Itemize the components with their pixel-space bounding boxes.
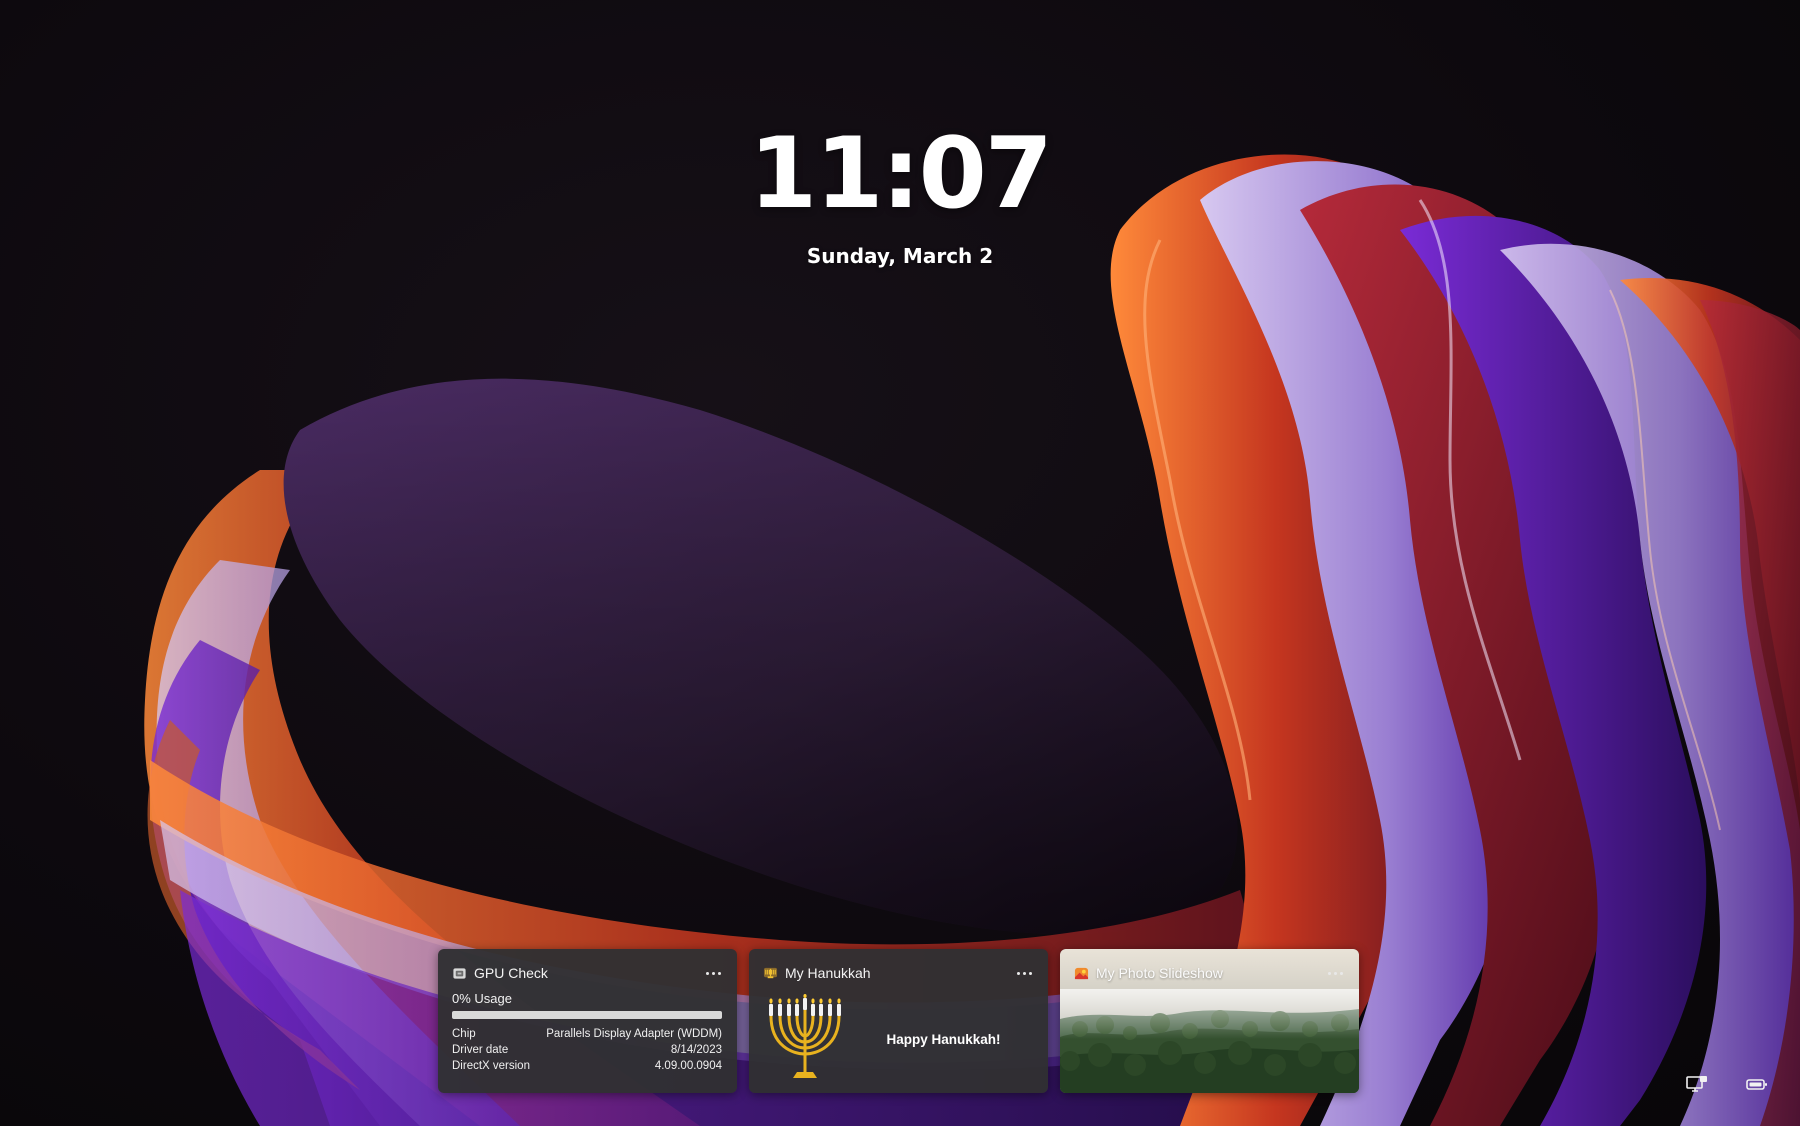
lockscreen-status-tray bbox=[1686, 1075, 1768, 1093]
gpu-info-row: Driver date 8/14/2023 bbox=[452, 1042, 722, 1058]
gpu-info-value: 8/14/2023 bbox=[670, 1044, 722, 1056]
widget-header: GPU Check bbox=[452, 963, 723, 983]
hanukkah-widget[interactable]: My Hanukkah Happy Hanukkah! bbox=[749, 949, 1048, 1093]
lock-screen: 11:07 Sunday, March 2 GPU Check 0% Usage… bbox=[0, 0, 1800, 1126]
widget-header: My Hanukkah bbox=[763, 963, 1034, 983]
menorah-icon bbox=[763, 967, 778, 978]
gpu-info-row: Chip Parallels Display Adapter (WDDM) bbox=[452, 1026, 722, 1042]
gpu-info-label: DirectX version bbox=[452, 1060, 530, 1072]
gpu-chip-icon bbox=[453, 967, 466, 979]
more-options-icon[interactable] bbox=[1014, 965, 1034, 981]
more-options-icon[interactable] bbox=[1325, 965, 1345, 981]
widget-title: My Photo Slideshow bbox=[1096, 965, 1223, 981]
widget-title: GPU Check bbox=[474, 965, 548, 981]
gpu-info-value: 4.09.00.0904 bbox=[654, 1060, 722, 1072]
widget-title: My Hanukkah bbox=[785, 965, 871, 981]
gpu-info-list: Chip Parallels Display Adapter (WDDM) Dr… bbox=[452, 1026, 722, 1074]
hanukkah-content: Happy Hanukkah! bbox=[763, 993, 1034, 1085]
lockscreen-widgets: GPU Check 0% Usage Chip Parallels Displa… bbox=[438, 949, 1359, 1093]
more-options-icon[interactable] bbox=[703, 965, 723, 981]
widget-header: My Photo Slideshow bbox=[1074, 963, 1345, 983]
photo-slideshow-widget[interactable]: My Photo Slideshow bbox=[1060, 949, 1359, 1093]
hanukkah-message: Happy Hanukkah! bbox=[886, 1031, 1001, 1047]
gpu-info-label: Chip bbox=[452, 1028, 476, 1040]
gpu-info-value: Parallels Display Adapter (WDDM) bbox=[546, 1028, 722, 1040]
gpu-info-row: DirectX version 4.09.00.0904 bbox=[452, 1058, 722, 1074]
lockscreen-clock: 11:07 bbox=[749, 117, 1053, 231]
battery-icon[interactable] bbox=[1746, 1075, 1768, 1093]
photos-icon bbox=[1074, 967, 1089, 979]
gpu-check-widget[interactable]: GPU Check 0% Usage Chip Parallels Displa… bbox=[438, 949, 737, 1093]
menorah-image bbox=[769, 994, 841, 1078]
lockscreen-date: Sunday, March 2 bbox=[806, 244, 994, 268]
gpu-usage-label: 0% Usage bbox=[452, 991, 512, 1006]
network-icon[interactable] bbox=[1686, 1075, 1708, 1093]
gpu-info-label: Driver date bbox=[452, 1044, 509, 1056]
gpu-usage-bar bbox=[452, 1011, 722, 1019]
